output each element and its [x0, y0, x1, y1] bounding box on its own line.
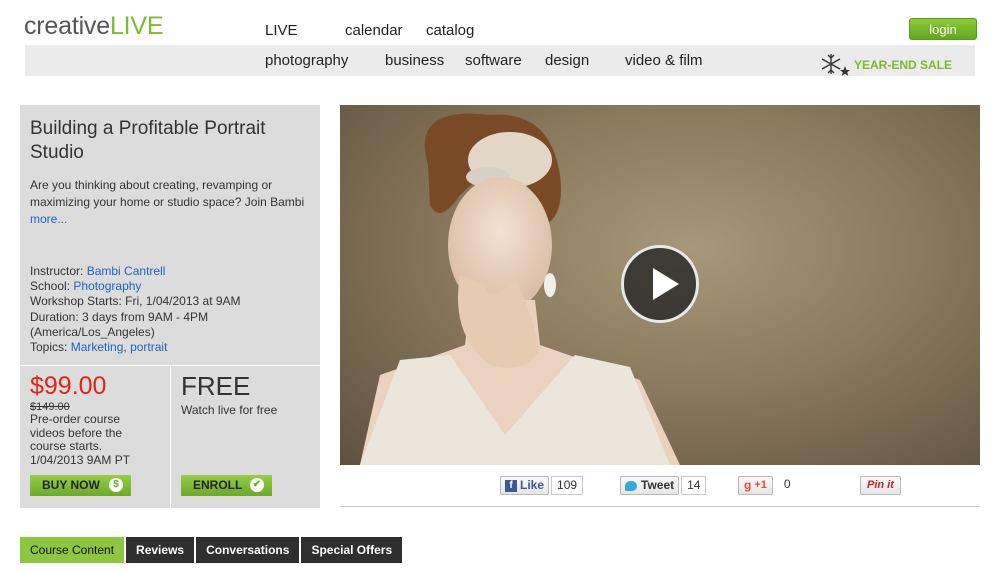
sale-label: YEAR-END SALE: [853, 58, 952, 72]
preorder-box: $99.00 $149.00 Pre-order course videos b…: [20, 366, 170, 508]
preorder-line-2: videos before the: [30, 425, 123, 440]
video-player[interactable]: [340, 105, 980, 465]
instructor-link[interactable]: Bambi Cantrell: [87, 264, 166, 278]
instructor-label: Instructor:: [30, 264, 84, 278]
category-bar: photography business software design vid…: [25, 45, 975, 76]
workshop-timezone: (America/Los_Angeles): [30, 324, 155, 339]
category-business[interactable]: business: [385, 52, 444, 69]
buy-now-button[interactable]: BUY NOW $: [30, 475, 131, 496]
tweet-count: 14: [681, 476, 707, 495]
free-title: FREE: [181, 371, 251, 401]
twitter-tweet: Tweet 14: [620, 476, 707, 495]
category-design[interactable]: design: [545, 52, 589, 69]
preorder-line-1: Pre-order course: [30, 412, 121, 426]
nav-calendar[interactable]: calendar: [345, 22, 403, 39]
topics-label: Topics:: [30, 340, 68, 355]
topic-separator: ,: [123, 340, 127, 355]
category-video-film[interactable]: video & film: [625, 52, 703, 69]
topic-link-marketing[interactable]: Marketing: [71, 340, 124, 354]
preorder-line-3: course starts.: [30, 439, 103, 453]
category-software[interactable]: software: [465, 52, 522, 69]
course-info-panel: Building a Profitable Portrait Studio Ar…: [20, 105, 320, 365]
pin-it-button[interactable]: Pin it: [860, 476, 901, 495]
tab-conversations[interactable]: Conversations: [196, 537, 300, 563]
play-button[interactable]: [621, 245, 699, 323]
facebook-like-button[interactable]: f Like: [500, 476, 550, 495]
instructor-row: Instructor: Bambi Cantrell: [30, 264, 241, 279]
tab-course-content[interactable]: Course Content: [20, 537, 125, 563]
like-count: 109: [551, 476, 584, 495]
free-subtitle: Watch live for free: [181, 403, 278, 417]
preorder-date: 1/04/2013 9AM PT: [30, 452, 131, 467]
twitter-icon: [625, 480, 637, 491]
google-plus-one: g +1 0: [738, 476, 796, 495]
course-description: Are you thinking about creating, revampi…: [30, 177, 305, 228]
course-title: Building a Profitable Portrait Studio: [30, 118, 266, 163]
pin-it-label: Pin it: [867, 479, 894, 491]
course-tabs: Course Content Reviews Conversations Spe…: [20, 537, 404, 563]
creativelive-logo[interactable]: creativeLIVE: [24, 12, 164, 41]
nav-live[interactable]: LIVE: [265, 22, 298, 39]
login-button[interactable]: login: [909, 18, 977, 40]
school-row: School: Photography: [30, 279, 241, 294]
enroll-label: ENROLL: [193, 478, 243, 492]
facebook-icon: f: [505, 479, 517, 492]
enroll-button[interactable]: ENROLL ✔: [181, 475, 272, 496]
google-plus-button[interactable]: g +1: [738, 476, 773, 495]
course-meta: Instructor: Bambi Cantrell School: Photo…: [30, 264, 241, 355]
google-plus-icon: g: [744, 478, 752, 492]
topics-row: Topics: Marketing, portrait: [30, 340, 241, 355]
description-line-2: maximizing your home or studio space? Jo…: [30, 195, 305, 209]
plus-one-count: 0: [778, 476, 796, 495]
checkmark-icon: ✔: [250, 478, 264, 492]
category-photography[interactable]: photography: [265, 52, 348, 69]
tab-special-offers[interactable]: Special Offers: [301, 537, 403, 563]
tweet-label: Tweet: [641, 478, 675, 492]
buy-now-label: BUY NOW: [42, 478, 100, 492]
like-label: Like: [520, 478, 545, 492]
snowflake-icon: [821, 54, 850, 76]
preorder-price: $99.00: [30, 372, 107, 400]
year-end-sale-link[interactable]: YEAR-END SALE: [820, 52, 952, 78]
logo-text-creative: creative: [24, 12, 110, 40]
workshop-duration: Duration: 3 days from 9AM - 4PM: [30, 309, 209, 324]
preorder-description: Pre-order course videos before the cours…: [30, 412, 140, 467]
description-line-1: Are you thinking about creating, revampi…: [30, 178, 273, 192]
school-label: School:: [30, 279, 71, 294]
dollar-icon: $: [109, 478, 123, 492]
tweet-button[interactable]: Tweet: [620, 476, 680, 495]
more-link[interactable]: more...: [30, 212, 67, 226]
topic-link-portrait[interactable]: portrait: [130, 340, 167, 354]
facebook-like: f Like 109: [500, 476, 584, 495]
plus-one-label: +1: [754, 479, 767, 491]
school-link[interactable]: Photography: [73, 279, 141, 293]
nav-catalog[interactable]: catalog: [426, 22, 474, 39]
tab-reviews[interactable]: Reviews: [126, 537, 195, 563]
workshop-start: Workshop Starts: Fri, 1/04/2013 at 9AM: [30, 294, 241, 309]
logo-text-live: LIVE: [109, 12, 164, 40]
pinterest: Pin it: [860, 476, 901, 495]
free-box: FREE Watch live for free ENROLL ✔: [171, 366, 320, 508]
social-divider: [340, 506, 980, 507]
